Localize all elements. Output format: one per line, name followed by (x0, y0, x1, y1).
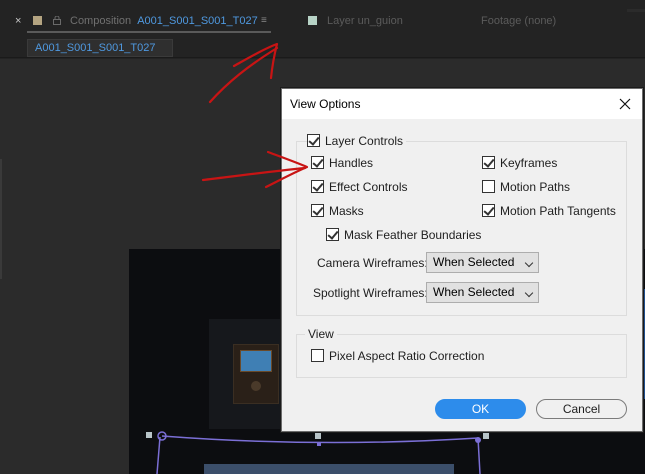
dropdown-caret-icon (524, 258, 534, 268)
tab-footage[interactable]: Footage (none) (481, 15, 556, 27)
dialog-title: View Options (290, 97, 361, 111)
effect-controls-label: Effect Controls (329, 180, 408, 194)
keyframes-label: Keyframes (500, 156, 558, 170)
view-group-label: View (305, 327, 337, 341)
close-icon[interactable]: × (15, 15, 21, 27)
checkbox-empty (482, 180, 495, 193)
mask-feather-boundaries-label: Mask Feather Boundaries (344, 228, 482, 242)
dialog-close-icon[interactable] (613, 93, 637, 115)
layer-controls-checkbox[interactable]: Layer Controls (307, 134, 407, 150)
panel-menu-icon[interactable]: ≡ (261, 15, 267, 27)
checkmark-icon (326, 228, 339, 241)
motion-path-tangents-checkbox[interactable]: Motion Path Tangents (482, 204, 616, 220)
checkmark-icon (482, 156, 495, 169)
handles-checkbox[interactable]: Handles (311, 156, 373, 172)
spotlight-wireframes-label: Spotlight Wireframes: (313, 286, 428, 300)
cancel-button[interactable]: Cancel (536, 399, 627, 419)
masks-checkbox[interactable]: Masks (311, 204, 364, 220)
lock-icon[interactable] (53, 16, 61, 25)
effect-controls-checkbox[interactable]: Effect Controls (311, 180, 407, 196)
mask-vertex (475, 437, 481, 443)
footage-meter (240, 350, 272, 372)
spotlight-wireframes-select[interactable]: When Selected (426, 282, 539, 303)
checkmark-icon (311, 180, 324, 193)
mask-feather-boundaries-checkbox[interactable]: Mask Feather Boundaries (326, 228, 481, 244)
view-options-dialog: View Options Layer Controls Handles Keyf… (281, 88, 643, 432)
camera-wireframes-label: Camera Wireframes: (317, 256, 428, 270)
keyframes-checkbox[interactable]: Keyframes (482, 156, 557, 172)
checkmark-icon (482, 204, 495, 217)
masks-label: Masks (329, 204, 364, 218)
dialog-titlebar[interactable]: View Options (282, 89, 642, 119)
motion-path-tangents-label: Motion Path Tangents (500, 204, 616, 218)
tab-composition-name: A001_S001_S001_T027 (137, 15, 258, 27)
mask-handle (146, 432, 152, 438)
pixel-aspect-label: Pixel Aspect Ratio Correction (329, 349, 485, 363)
panel-edge (627, 9, 645, 12)
dropdown-caret-icon (524, 288, 534, 298)
motion-paths-checkbox[interactable]: Motion Paths (482, 180, 570, 196)
camera-wireframes-value: When Selected (433, 255, 515, 269)
camera-wireframes-select[interactable]: When Selected (426, 252, 539, 273)
handles-label: Handles (329, 156, 374, 170)
checkmark-icon (311, 204, 324, 217)
composition-color-swatch (33, 16, 42, 25)
ok-button[interactable]: OK (435, 399, 526, 419)
mask-vertex (317, 442, 321, 446)
mask-handle (315, 433, 321, 439)
layer-controls-label: Layer Controls (325, 134, 404, 148)
checkbox-empty (311, 349, 324, 362)
viewer-edge (0, 159, 2, 279)
spotlight-wireframes-value: When Selected (433, 285, 515, 299)
active-tab-indicator (27, 31, 271, 33)
mask-handle (483, 433, 489, 439)
pixel-aspect-checkbox[interactable]: Pixel Aspect Ratio Correction (311, 349, 484, 365)
breadcrumb-composition[interactable]: A001_S001_S001_T027 (27, 39, 173, 57)
tab-composition-prefix: Composition (70, 15, 132, 27)
checkmark-icon (311, 156, 324, 169)
panel-tab-bar: × Composition A001_S001_S001_T027 ≡ Laye… (0, 0, 645, 36)
motion-paths-label: Motion Paths (500, 180, 571, 194)
composition-breadcrumb-bar: A001_S001_S001_T027 (0, 36, 645, 58)
checkmark-icon (307, 134, 320, 147)
tab-composition[interactable]: Composition A001_S001_S001_T027 (70, 15, 258, 27)
layer-color-swatch (308, 16, 317, 25)
tab-layer[interactable]: Layer un_guion (327, 15, 403, 27)
